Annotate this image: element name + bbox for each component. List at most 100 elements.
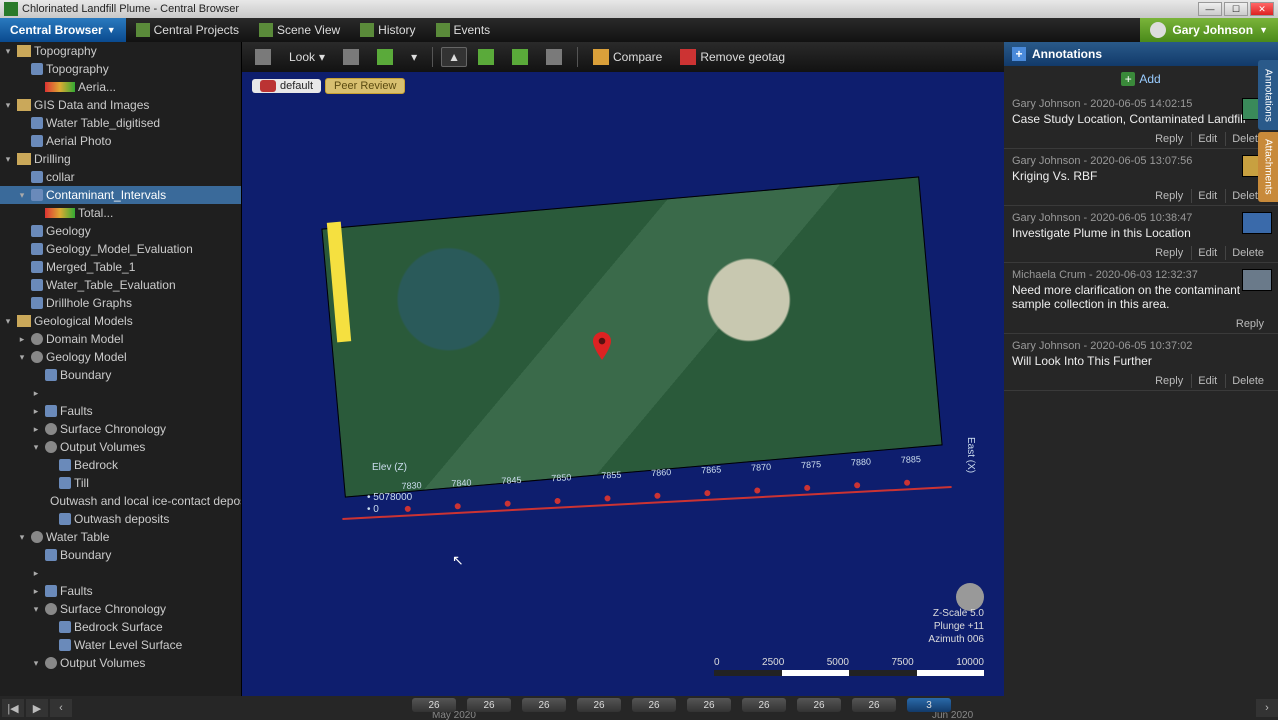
tree-item[interactable]: ▸ bbox=[0, 384, 241, 402]
reply-link[interactable]: Reply bbox=[1149, 374, 1189, 388]
tree-item[interactable]: Water_Table_Evaluation bbox=[0, 276, 241, 294]
tool-refresh[interactable] bbox=[248, 46, 278, 68]
tree-item[interactable]: Aerial Photo bbox=[0, 132, 241, 150]
timeline-segment[interactable]: 26 bbox=[577, 698, 621, 712]
tree-item[interactable]: Boundary bbox=[0, 546, 241, 564]
tree-item[interactable]: ▸Domain Model bbox=[0, 330, 241, 348]
expand-toggle[interactable]: ▾ bbox=[16, 190, 28, 201]
delete-link[interactable]: Delete bbox=[1225, 374, 1270, 388]
tree-item[interactable]: Total... bbox=[0, 204, 241, 222]
tool-brush-dropdown[interactable]: ▾ bbox=[404, 47, 424, 67]
tool-move[interactable] bbox=[505, 46, 535, 68]
add-annotation-button[interactable]: + Add bbox=[1004, 66, 1278, 92]
user-button[interactable]: Gary Johnson ▼ bbox=[1140, 18, 1278, 42]
edit-link[interactable]: Edit bbox=[1191, 374, 1223, 388]
delete-link[interactable]: Delete bbox=[1225, 246, 1270, 260]
timeline-segment[interactable]: 26 bbox=[412, 698, 456, 712]
expand-toggle[interactable]: ▾ bbox=[2, 316, 14, 327]
tree-item[interactable]: Water Table_digitised bbox=[0, 114, 241, 132]
timeline-segment[interactable]: 26 bbox=[797, 698, 841, 712]
maximize-button[interactable]: ☐ bbox=[1224, 2, 1248, 16]
tree-item[interactable]: ▸ bbox=[0, 564, 241, 582]
geotag-marker[interactable] bbox=[592, 332, 612, 360]
tree-item[interactable]: Outwash deposits bbox=[0, 510, 241, 528]
expand-toggle[interactable]: ▾ bbox=[30, 442, 42, 453]
scene-viewport[interactable]: Elev (Z) • 5078000 • 0 East (X) 78307840… bbox=[242, 72, 1004, 696]
tree-item[interactable]: Boundary bbox=[0, 366, 241, 384]
expand-toggle[interactable]: ▸ bbox=[16, 334, 28, 345]
annotation-item[interactable]: Gary Johnson - 2020-06-05 13:07:56Krigin… bbox=[1004, 149, 1278, 206]
tree-item[interactable]: ▸Faults bbox=[0, 582, 241, 600]
annotation-item[interactable]: Michaela Crum - 2020-06-03 12:32:37Need … bbox=[1004, 263, 1278, 334]
tool-pointer[interactable]: ▲ bbox=[441, 47, 467, 67]
tree-item[interactable]: Topography bbox=[0, 60, 241, 78]
tree-item[interactable]: Outwash and local ice-contact deposits bbox=[0, 492, 241, 510]
annotation-item[interactable]: Gary Johnson - 2020-06-05 10:37:02Will L… bbox=[1004, 334, 1278, 391]
central-browser-dropdown[interactable]: Central Browser ▼ bbox=[0, 18, 126, 42]
timeline-segment[interactable]: 26 bbox=[852, 698, 896, 712]
reply-link[interactable]: Reply bbox=[1230, 317, 1270, 331]
expand-toggle[interactable]: ▾ bbox=[16, 352, 28, 363]
side-tab-annotations[interactable]: Annotations bbox=[1258, 60, 1278, 130]
tree-item[interactable]: ▾GIS Data and Images bbox=[0, 96, 241, 114]
tool-pen[interactable] bbox=[471, 46, 501, 68]
expand-toggle[interactable]: ▸ bbox=[30, 424, 42, 435]
expand-toggle[interactable]: ▸ bbox=[30, 406, 42, 417]
remove-geotag-button[interactable]: Remove geotag bbox=[673, 46, 792, 68]
timeline-segment[interactable]: 26 bbox=[742, 698, 786, 712]
project-tree[interactable]: ▾TopographyTopographyAeria...▾GIS Data a… bbox=[0, 42, 242, 696]
tree-item[interactable]: Bedrock Surface bbox=[0, 618, 241, 636]
tree-item[interactable]: Drillhole Graphs bbox=[0, 294, 241, 312]
tree-item[interactable]: ▾Topography bbox=[0, 42, 241, 60]
timeline-segment[interactable]: 26 bbox=[632, 698, 676, 712]
branch-peer-review[interactable]: Peer Review bbox=[325, 78, 405, 94]
tree-item[interactable]: ▾Surface Chronology bbox=[0, 600, 241, 618]
menu-item[interactable]: Central Projects bbox=[126, 18, 249, 42]
edit-link[interactable]: Edit bbox=[1191, 246, 1223, 260]
timeline-segment[interactable]: 26 bbox=[522, 698, 566, 712]
reply-link[interactable]: Reply bbox=[1149, 189, 1189, 203]
tree-item[interactable]: Till bbox=[0, 474, 241, 492]
timeline-segment[interactable]: 26 bbox=[687, 698, 731, 712]
edit-link[interactable]: Edit bbox=[1191, 132, 1223, 146]
tree-item[interactable]: ▾Geology Model bbox=[0, 348, 241, 366]
tree-item[interactable]: Aeria... bbox=[0, 78, 241, 96]
tree-item[interactable]: ▸Surface Chronology bbox=[0, 420, 241, 438]
compare-button[interactable]: Compare bbox=[586, 46, 669, 68]
expand-toggle[interactable]: ▾ bbox=[2, 100, 14, 111]
tree-item[interactable]: ▾Output Volumes bbox=[0, 438, 241, 456]
tree-item[interactable]: ▾Output Volumes bbox=[0, 654, 241, 672]
expand-toggle[interactable]: ▾ bbox=[30, 604, 42, 615]
tree-item[interactable]: ▾Contaminant_Intervals bbox=[0, 186, 241, 204]
tree-item[interactable]: ▾Drilling bbox=[0, 150, 241, 168]
tree-item[interactable]: Geology bbox=[0, 222, 241, 240]
tree-item[interactable]: ▾Geological Models bbox=[0, 312, 241, 330]
reply-link[interactable]: Reply bbox=[1149, 246, 1189, 260]
expand-toggle[interactable]: ▾ bbox=[16, 532, 28, 543]
expand-toggle[interactable]: ▾ bbox=[2, 46, 14, 57]
tool-brush[interactable] bbox=[370, 46, 400, 68]
menu-item[interactable]: History bbox=[350, 18, 425, 42]
look-dropdown[interactable]: Look ▾ bbox=[282, 47, 332, 67]
reply-link[interactable]: Reply bbox=[1149, 132, 1189, 146]
tool-line[interactable] bbox=[336, 46, 366, 68]
tree-item[interactable]: Geology_Model_Evaluation bbox=[0, 240, 241, 258]
tree-item[interactable]: Water Level Surface bbox=[0, 636, 241, 654]
tree-item[interactable]: collar bbox=[0, 168, 241, 186]
close-button[interactable]: ✕ bbox=[1250, 2, 1274, 16]
timeline-track[interactable]: May 2020 Jun 2020 2626262626262626263 bbox=[102, 696, 1224, 720]
tree-item[interactable]: ▾Water Table bbox=[0, 528, 241, 546]
timeline-segment[interactable]: 26 bbox=[467, 698, 511, 712]
timeline-segment[interactable]: 3 bbox=[907, 698, 951, 712]
menu-item[interactable]: Events bbox=[426, 18, 501, 42]
expand-toggle[interactable]: ▾ bbox=[2, 154, 14, 165]
expand-toggle[interactable]: ▸ bbox=[30, 586, 42, 597]
tool-pencil[interactable] bbox=[539, 46, 569, 68]
menu-item[interactable]: Scene View bbox=[249, 18, 350, 42]
branch-default[interactable]: default bbox=[252, 79, 321, 93]
timeline-next-button[interactable]: › bbox=[1256, 699, 1278, 717]
tree-item[interactable]: Bedrock bbox=[0, 456, 241, 474]
annotation-item[interactable]: Gary Johnson - 2020-06-05 10:38:47Invest… bbox=[1004, 206, 1278, 263]
edit-link[interactable]: Edit bbox=[1191, 189, 1223, 203]
timeline-play-button[interactable]: ▶ bbox=[26, 699, 48, 717]
